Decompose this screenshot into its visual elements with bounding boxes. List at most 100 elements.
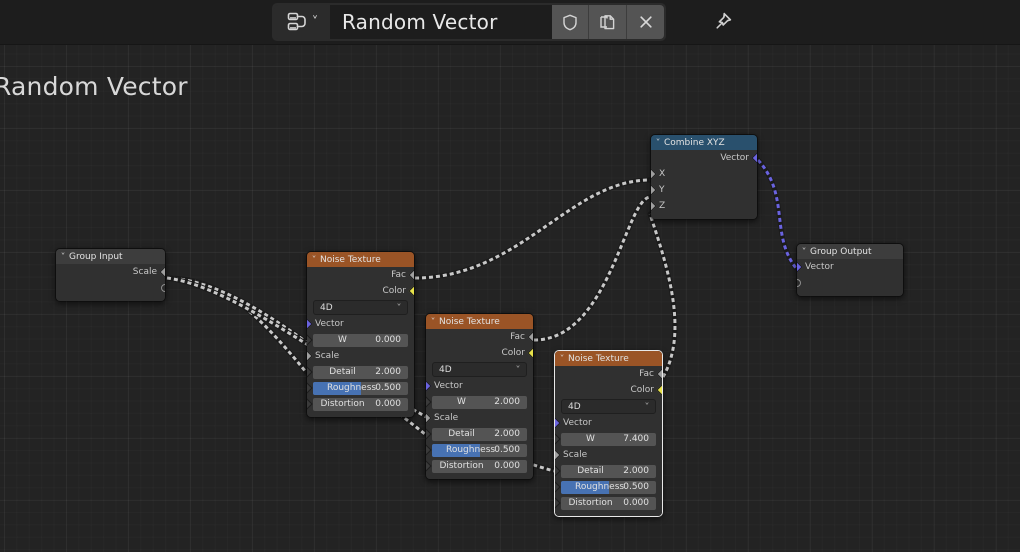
dimension-dropdown-row: 4D ˅: [307, 299, 414, 316]
dimension-value: 4D: [439, 364, 452, 375]
datablock-name-input[interactable]: Random Vector: [330, 5, 552, 39]
node-noise-texture-2[interactable]: ˅ Noise Texture Fac Color 4D ˅ Vector W 2.000 Sca…: [425, 313, 534, 480]
socket-gray[interactable]: [527, 331, 533, 343]
socket-hollow[interactable]: [555, 433, 561, 445]
socket-purple[interactable]: [426, 380, 432, 392]
node-bottom-padding: [56, 296, 165, 301]
field-detail[interactable]: Detail 2.000: [561, 464, 656, 478]
field-roughness[interactable]: Roughness 0.500: [432, 443, 527, 457]
socket-gray[interactable]: [651, 168, 657, 180]
socket-label: Vector: [720, 153, 749, 163]
node-noise-texture-1[interactable]: ˅ Noise Texture Fac Color 4D ˅ Vector W 0.000 Sca…: [306, 251, 415, 418]
node-header-noise-texture-3[interactable]: ˅ Noise Texture: [555, 351, 662, 366]
output-socket-row: Color: [307, 283, 414, 299]
socket-label: Y: [659, 185, 665, 195]
socket-label: Fac: [391, 270, 406, 280]
node-header-noise-texture-1[interactable]: ˅ Noise Texture: [307, 252, 414, 267]
socket-yellow[interactable]: [527, 347, 533, 359]
field-w[interactable]: W 7.400: [561, 432, 656, 446]
socket-hollow[interactable]: [426, 460, 432, 472]
socket-purple[interactable]: [797, 261, 803, 273]
field-detail[interactable]: Detail 2.000: [313, 365, 408, 379]
socket-purple[interactable]: [555, 417, 561, 429]
input-value-row: Roughness 0.500: [426, 442, 533, 458]
node-header-combine-xyz[interactable]: ˅ Combine XYZ: [651, 135, 757, 150]
socket-hollow[interactable]: [426, 396, 432, 408]
input-value-row: Detail 2.000: [555, 463, 662, 479]
collapse-chevron-icon[interactable]: ˅: [656, 138, 661, 147]
socket-hollow[interactable]: [307, 366, 313, 378]
node-header-group-output[interactable]: ˅ Group Output: [797, 244, 903, 259]
node-bottom-padding: [426, 474, 533, 479]
socket-gray[interactable]: [408, 269, 414, 281]
node-header-noise-texture-2[interactable]: ˅ Noise Texture: [426, 314, 533, 329]
socket-hollow[interactable]: [426, 428, 432, 440]
socket-purple[interactable]: [751, 152, 757, 164]
pin-button[interactable]: [702, 5, 742, 39]
field-roughness[interactable]: Roughness 0.500: [561, 480, 656, 494]
socket-gray[interactable]: [159, 266, 165, 278]
node-combine-xyz[interactable]: ˅ Combine XYZ Vector X Y Z: [650, 134, 758, 220]
collapse-chevron-icon[interactable]: ˅: [431, 317, 436, 326]
chevron-down-icon: ˅: [396, 303, 402, 312]
input-socket-row: [797, 275, 903, 291]
socket-hollow[interactable]: [307, 398, 313, 410]
node-noise-texture-3[interactable]: ˅ Noise Texture Fac Color 4D ˅ Vector W 7.400 Sca…: [554, 350, 663, 517]
socket-dot[interactable]: [161, 284, 165, 292]
dimension-dropdown-row: 4D ˅: [555, 398, 662, 415]
node-group-output[interactable]: ˅ Group Output Vector: [796, 243, 904, 297]
collapse-chevron-icon[interactable]: ˅: [560, 354, 565, 363]
input-value-row: W 0.000: [307, 332, 414, 348]
fake-user-button[interactable]: [552, 5, 588, 39]
new-copy-button[interactable]: [588, 5, 626, 39]
field-distortion[interactable]: Distortion 0.000: [561, 496, 656, 510]
field-w[interactable]: W 2.000: [432, 395, 527, 409]
socket-yellow[interactable]: [656, 384, 662, 396]
dimension-dropdown[interactable]: 4D ˅: [432, 362, 527, 377]
socket-hollow[interactable]: [307, 334, 313, 346]
socket-yellow[interactable]: [408, 285, 414, 297]
socket-dot[interactable]: [797, 279, 801, 287]
field-distortion[interactable]: Distortion 0.000: [432, 459, 527, 473]
node-bottom-padding: [797, 291, 903, 296]
socket-gray[interactable]: [651, 200, 657, 212]
input-socket-row: Vector: [307, 316, 414, 332]
input-value-row: Roughness 0.500: [307, 380, 414, 396]
socket-gray[interactable]: [426, 412, 432, 424]
socket-gray[interactable]: [307, 350, 313, 362]
socket-label: Scale: [563, 450, 588, 460]
collapse-chevron-icon[interactable]: ˅: [802, 247, 807, 256]
input-value-row: Distortion 0.000: [307, 396, 414, 412]
socket-label: Color: [382, 286, 407, 296]
field-distortion[interactable]: Distortion 0.000: [313, 397, 408, 411]
socket-hollow[interactable]: [555, 465, 561, 477]
socket-purple[interactable]: [307, 318, 313, 330]
field-w[interactable]: W 0.000: [313, 333, 408, 347]
shield-icon: [563, 14, 577, 30]
node-group-input[interactable]: ˅ Group Input Scale: [55, 248, 166, 302]
socket-label: Color: [630, 385, 655, 395]
socket-hollow[interactable]: [555, 497, 561, 509]
dimension-dropdown[interactable]: 4D ˅: [561, 399, 656, 414]
output-socket-row: Fac: [426, 329, 533, 345]
node-body: Fac Color 4D ˅ Vector W 7.400 Scale Detail 2.000 R…: [555, 366, 662, 516]
socket-gray[interactable]: [555, 449, 561, 461]
node-header-group-input[interactable]: ˅ Group Input: [56, 249, 165, 264]
output-socket-row: Color: [555, 382, 662, 398]
node-body: Scale: [56, 264, 165, 301]
node-group-browse-button[interactable]: ˅: [274, 5, 330, 39]
unlink-datablock-button[interactable]: [626, 5, 664, 39]
collapse-chevron-icon[interactable]: ˅: [312, 255, 317, 264]
dimension-dropdown[interactable]: 4D ˅: [313, 300, 408, 315]
socket-hollow[interactable]: [426, 444, 432, 456]
socket-gray[interactable]: [656, 368, 662, 380]
socket-gray[interactable]: [651, 184, 657, 196]
field-roughness[interactable]: Roughness 0.500: [313, 381, 408, 395]
socket-hollow[interactable]: [307, 382, 313, 394]
input-value-row: Distortion 0.000: [555, 495, 662, 511]
field-detail[interactable]: Detail 2.000: [432, 427, 527, 441]
node-title: Noise Texture: [568, 353, 629, 364]
collapse-chevron-icon[interactable]: ˅: [61, 252, 66, 261]
socket-hollow[interactable]: [555, 481, 561, 493]
input-socket-row: Vector: [797, 259, 903, 275]
